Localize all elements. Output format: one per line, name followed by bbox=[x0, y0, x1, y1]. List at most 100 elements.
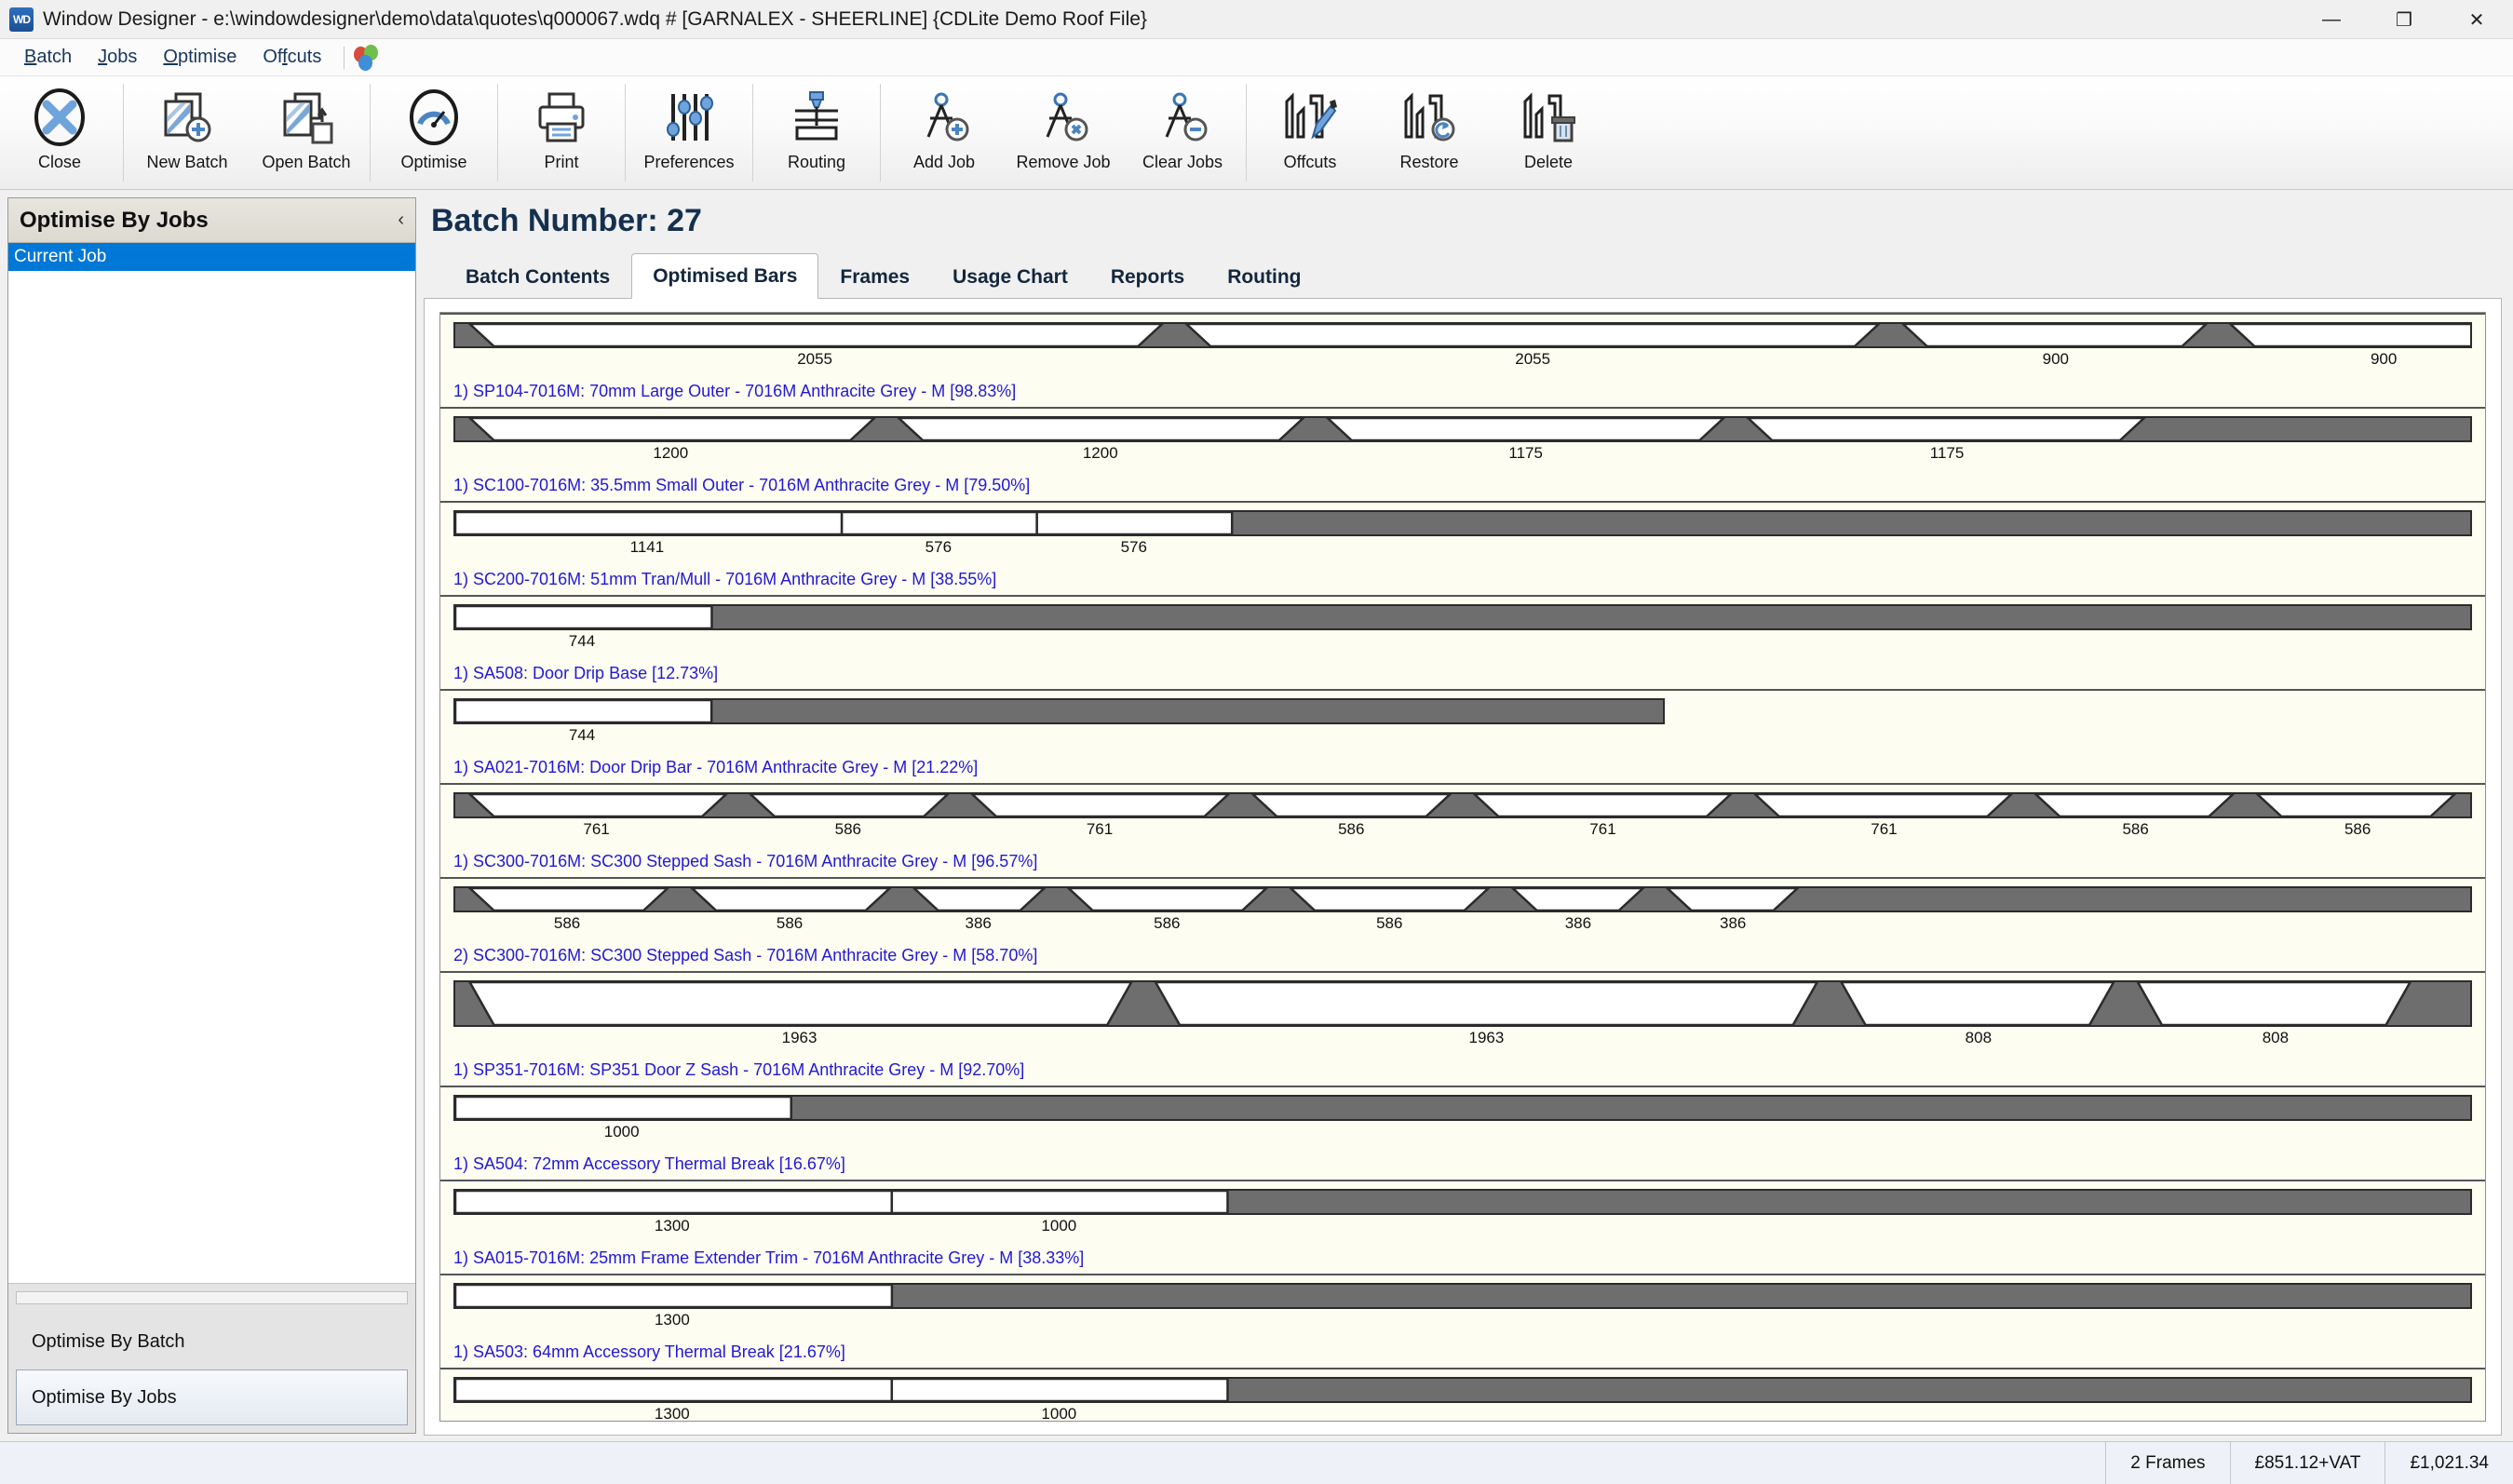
piece-length-label: 586 bbox=[777, 914, 803, 933]
piece-length-label: 1963 bbox=[1468, 1029, 1504, 1047]
toolbar-remove-job-button[interactable]: Remove Job bbox=[1004, 76, 1123, 189]
bar-graphic bbox=[453, 980, 2472, 1027]
bar-dimension-labels: 744 bbox=[453, 632, 2472, 656]
bar-segments bbox=[455, 1379, 2470, 1401]
gauge-icon bbox=[405, 86, 463, 149]
bar-row[interactable]: 744 1) SA508: Door Drip Base [12.73%] bbox=[440, 597, 2485, 691]
tabbar: Batch Contents Optimised Bars Frames Usa… bbox=[424, 252, 2502, 299]
toolbar-label: Restore bbox=[1399, 153, 1458, 172]
bar-piece bbox=[470, 324, 1163, 346]
bar-piece bbox=[2257, 794, 2454, 816]
jobs-list[interactable]: Current Job bbox=[8, 243, 415, 1283]
piece-length-label: 1000 bbox=[1041, 1405, 1076, 1422]
piece-length-label: 761 bbox=[1087, 820, 1113, 839]
piece-length-label: 761 bbox=[1589, 820, 1615, 839]
menu-jobs[interactable]: Jobs bbox=[85, 43, 150, 72]
main-content: Batch Number: 27 Batch Contents Optimise… bbox=[424, 190, 2513, 1441]
bar-caption[interactable]: 1) SA021-7016M: Door Drip Bar - 7016M An… bbox=[453, 758, 2472, 777]
bar-row[interactable]: 1141576576 1) SC200-7016M: 51mm Tran/Mull… bbox=[440, 503, 2485, 597]
bar-caption[interactable]: 1) SP351-7016M: SP351 Door Z Sash - 7016… bbox=[453, 1060, 2472, 1080]
minimize-button[interactable]: — bbox=[2295, 0, 2368, 39]
status-gross-total: £1,021.34 bbox=[2385, 1442, 2513, 1484]
balloons-icon[interactable] bbox=[354, 45, 380, 71]
bar-row[interactable]: 5865863865865863863862) SC300-7016M: SC3… bbox=[440, 879, 2485, 973]
toolbar-print-button[interactable]: Print bbox=[502, 76, 621, 189]
toolbar-routing-button[interactable]: Routing bbox=[757, 76, 876, 189]
sidebar-header: Optimise By Jobs ‹ bbox=[8, 198, 415, 243]
piece-length-label: 586 bbox=[835, 820, 861, 839]
bar-piece bbox=[455, 512, 842, 534]
toolbar-label: New Batch bbox=[146, 153, 227, 172]
bar-row[interactable]: 10001) SA504: 72mm Accessory Thermal Bre… bbox=[440, 1087, 2485, 1181]
piece-length-label: 586 bbox=[1338, 820, 1364, 839]
status-net-total: £851.12+VAT bbox=[2230, 1442, 2385, 1484]
toolbar-add-job-button[interactable]: Add Job bbox=[885, 76, 1004, 189]
new-batch-icon bbox=[158, 86, 216, 149]
bar-caption[interactable]: 1) SC100-7016M: 35.5mm Small Outer - 701… bbox=[453, 476, 2472, 495]
toolbar-optimise-button[interactable]: Optimise bbox=[374, 76, 493, 189]
bar-caption[interactable]: 1) SC300-7016M: SC300 Stepped Sash - 701… bbox=[453, 852, 2472, 871]
piece-length-label: 1175 bbox=[1930, 444, 1965, 463]
main-toolbar: Close New Batch bbox=[0, 76, 2513, 190]
menu-offcuts[interactable]: Offcuts bbox=[250, 43, 334, 72]
menu-batch[interactable]: Batch bbox=[11, 43, 85, 72]
toolbar-open-batch-button[interactable]: Open Batch bbox=[247, 76, 366, 189]
toolbar-divider bbox=[370, 84, 371, 182]
piece-length-label: 761 bbox=[583, 820, 609, 839]
sidebar-horizontal-scrollbar[interactable] bbox=[16, 1291, 408, 1304]
chevron-left-icon[interactable]: ‹ bbox=[398, 209, 404, 231]
compass-plus-icon bbox=[915, 86, 973, 149]
bar-row[interactable]: 130010001) SA011-7016M: Std Cill Nose - … bbox=[440, 1369, 2485, 1422]
bar-row[interactable]: 12001200117511751) SC100-7016M: 35.5mm S… bbox=[440, 409, 2485, 503]
bar-piece bbox=[1328, 418, 1724, 440]
close-window-button[interactable]: ✕ bbox=[2440, 0, 2513, 39]
bar-piece bbox=[470, 888, 669, 911]
toolbar-close-button[interactable]: Close bbox=[0, 76, 119, 189]
bar-piece bbox=[2035, 794, 2233, 816]
bar-row[interactable]: 196319638088081) SP351-7016M: SP351 Door… bbox=[440, 973, 2485, 1087]
bar-row[interactable]: 130010001) SA015-7016M: 25mm Frame Exten… bbox=[440, 1181, 2485, 1275]
tab-reports[interactable]: Reports bbox=[1089, 254, 1206, 299]
tab-frames[interactable]: Frames bbox=[818, 254, 931, 299]
toolbar-delete-button[interactable]: Delete bbox=[1489, 76, 1608, 189]
optimise-by-jobs-button[interactable]: Optimise By Jobs bbox=[16, 1369, 408, 1425]
tab-batch-contents[interactable]: Batch Contents bbox=[444, 254, 631, 299]
toolbar-offcuts-button[interactable]: Offcuts bbox=[1250, 76, 1370, 189]
bar-graphic bbox=[453, 510, 2472, 536]
optimise-by-batch-button[interactable]: Optimise By Batch bbox=[16, 1314, 408, 1369]
piece-length-label: 900 bbox=[2043, 350, 2069, 369]
bar-row[interactable]: 7441) SA021-7016M: Door Drip Bar - 7016M… bbox=[440, 691, 2485, 785]
toolbar-restore-button[interactable]: Restore bbox=[1370, 76, 1489, 189]
bar-row[interactable]: 20552055900900 1) SP104-7016M: 70mm Large… bbox=[440, 313, 2485, 409]
bar-dimension-labels: 1141576576 bbox=[453, 538, 2472, 562]
bar-caption[interactable]: 2) SC300-7016M: SC300 Stepped Sash - 701… bbox=[453, 946, 2472, 965]
bar-caption[interactable]: 1) SC200-7016M: 51mm Tran/Mull - 7016M A… bbox=[453, 570, 2472, 589]
bar-caption[interactable]: 1) SA508: Door Drip Base [12.73%] bbox=[453, 664, 2472, 683]
tab-usage-chart[interactable]: Usage Chart bbox=[931, 254, 1089, 299]
bar-graphic bbox=[453, 698, 1665, 724]
tab-routing[interactable]: Routing bbox=[1206, 254, 1322, 299]
bar-row[interactable]: 13001) SA503: 64mm Accessory Thermal Bre… bbox=[440, 1275, 2485, 1369]
bars-scroll-area[interactable]: 20552055900900 1) SP104-7016M: 70mm Large… bbox=[439, 312, 2486, 1422]
bars-undo-icon bbox=[1400, 86, 1458, 149]
bar-caption[interactable]: 1) SA504: 72mm Accessory Thermal Break [… bbox=[453, 1154, 2472, 1174]
toolbar-new-batch-button[interactable]: New Batch bbox=[128, 76, 247, 189]
bar-caption[interactable]: 1) SA503: 64mm Accessory Thermal Break [… bbox=[453, 1342, 2472, 1362]
bar-row[interactable]: 7615867615867617615865863861) SC300-7016… bbox=[440, 785, 2485, 879]
bar-graphic bbox=[453, 1377, 2472, 1403]
bar-caption[interactable]: 1) SA015-7016M: 25mm Frame Extender Trim… bbox=[453, 1248, 2472, 1268]
bar-segments bbox=[455, 418, 2470, 440]
toolbar-clear-jobs-button[interactable]: Clear Jobs bbox=[1123, 76, 1242, 189]
menu-optimise[interactable]: Optimise bbox=[150, 43, 250, 72]
bar-dimension-labels: 13001000 bbox=[453, 1405, 2472, 1422]
toolbar-preferences-button[interactable]: Preferences bbox=[629, 76, 749, 189]
bar-piece bbox=[1290, 888, 1489, 911]
bar-dimension-labels: 20552055900900 bbox=[453, 350, 2472, 374]
bar-graphic bbox=[453, 886, 2472, 912]
sidebar-item-current-job[interactable]: Current Job bbox=[8, 243, 415, 271]
bar-caption[interactable]: 1) SP104-7016M: 70mm Large Outer - 7016M… bbox=[453, 382, 2472, 401]
piece-length-label: 808 bbox=[1966, 1029, 1992, 1047]
bar-segments bbox=[455, 1285, 2470, 1307]
restore-button[interactable]: ❐ bbox=[2368, 0, 2440, 39]
tab-optimised-bars[interactable]: Optimised Bars bbox=[631, 253, 818, 299]
